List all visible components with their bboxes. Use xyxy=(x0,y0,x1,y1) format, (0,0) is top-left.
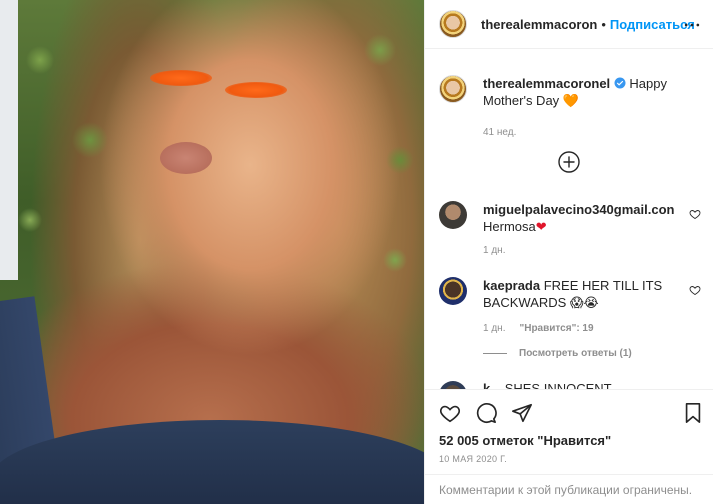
post-header: therealemmacoron • Подписаться xyxy=(425,0,713,49)
caption-author-avatar[interactable] xyxy=(439,75,467,103)
comment-item: kaeprada FREE HER TILL ITS BACKWARDS 😱😭 … xyxy=(439,277,701,334)
comment-like-heart-icon[interactable] xyxy=(689,284,701,296)
likes-count[interactable]: 52 005 отметок "Нравится" xyxy=(439,433,611,448)
action-bar xyxy=(439,402,533,424)
photo-eyeshadow-right xyxy=(225,82,287,98)
bookmark-icon[interactable] xyxy=(682,402,704,424)
photo-lips xyxy=(160,142,212,174)
comment-item: miguelpalavecino340gmail.con Hermosa❤ 1 … xyxy=(439,201,701,256)
post-actions-section: 52 005 отметок "Нравится" 10 МАЯ 2020 Г.… xyxy=(425,389,713,504)
comments-restricted-notice: Комментарии к этой публикации ограничены… xyxy=(425,474,713,504)
post-date[interactable]: 10 МАЯ 2020 Г. xyxy=(439,454,507,464)
commenter-avatar[interactable] xyxy=(439,381,467,389)
comment-username[interactable]: miguelpalavecino340gmail.con xyxy=(483,202,674,217)
comments-list[interactable]: therealemmacoronel Happy Mother's Day 🧡 … xyxy=(425,49,713,389)
comment-time[interactable]: 1 дн. xyxy=(483,245,505,256)
author-avatar[interactable] xyxy=(439,10,467,38)
header-separator: • xyxy=(601,16,606,32)
comment-likes-count[interactable]: "Нравится": 19 xyxy=(519,323,593,334)
comment-body: kaeprada FREE HER TILL ITS BACKWARDS 😱😭 xyxy=(483,277,701,311)
comment-meta: 1 дн. xyxy=(483,245,701,256)
caption: therealemmacoronel Happy Mother's Day 🧡 … xyxy=(439,75,701,138)
view-replies-label: Посмотреть ответы (1) xyxy=(519,348,632,359)
more-horizontal-icon[interactable] xyxy=(682,15,702,35)
post-side-panel: therealemmacoron • Подписаться therealem… xyxy=(424,0,713,504)
comment-bubble-icon[interactable] xyxy=(475,402,497,424)
comment-text: SHES INNOCENT xyxy=(504,381,612,389)
post-photo[interactable] xyxy=(0,0,424,504)
red-heart-emoji: ❤ xyxy=(535,219,547,234)
photo-wall-edge xyxy=(0,0,18,280)
replies-divider-line xyxy=(483,353,507,354)
caption-meta: 41 нед. xyxy=(483,127,701,138)
author-username[interactable]: therealemmacoron xyxy=(481,17,597,32)
comment-body: miguelpalavecino340gmail.con Hermosa❤ xyxy=(483,201,701,235)
comment-username[interactable]: k... xyxy=(483,381,501,389)
comment-emoji: 😱😭 xyxy=(569,295,599,310)
plus-circle-icon[interactable] xyxy=(557,150,581,174)
verified-badge-icon xyxy=(614,77,626,89)
paper-plane-icon[interactable] xyxy=(511,402,533,424)
commenter-avatar[interactable] xyxy=(439,277,467,305)
commenter-avatar[interactable] xyxy=(439,201,467,229)
orange-heart-emoji: 🧡 xyxy=(562,93,579,108)
caption-username[interactable]: therealemmacoronel xyxy=(483,76,610,91)
caption-time[interactable]: 41 нед. xyxy=(483,127,516,138)
heart-outline-icon[interactable] xyxy=(439,402,461,424)
comment-username[interactable]: kaeprada xyxy=(483,278,540,293)
comment-text: Hermosa xyxy=(483,219,536,234)
comment-meta: 1 дн. "Нравится": 19 xyxy=(483,323,701,334)
photo-eyeshadow-left xyxy=(150,70,212,86)
caption-body: therealemmacoronel Happy Mother's Day 🧡 xyxy=(483,75,701,109)
comment-body: k... SHES INNOCENT xyxy=(483,381,709,389)
comment-like-heart-icon[interactable] xyxy=(689,208,701,220)
comment-time[interactable]: 1 дн. xyxy=(483,323,505,334)
comment-item-partial: k... SHES INNOCENT xyxy=(439,381,709,389)
view-replies-button[interactable]: Посмотреть ответы (1) xyxy=(483,348,632,359)
